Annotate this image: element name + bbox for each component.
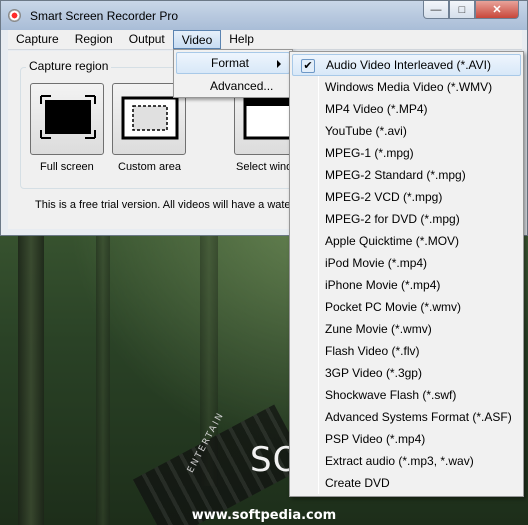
format-item-extract-audio[interactable]: Extract audio (*.mp3, *.wav) bbox=[292, 450, 521, 472]
menu-item-format-label: Format bbox=[211, 56, 250, 70]
format-submenu: ✔ Audio Video Interleaved (*.AVI) Window… bbox=[289, 51, 524, 497]
menu-help[interactable]: Help bbox=[221, 30, 262, 49]
format-item-avi[interactable]: ✔ Audio Video Interleaved (*.AVI) bbox=[292, 54, 521, 76]
check-icon: ✔ bbox=[301, 59, 315, 73]
minimize-button[interactable]: — bbox=[423, 1, 449, 19]
record-icon[interactable] bbox=[8, 9, 21, 22]
format-item-create-dvd[interactable]: Create DVD bbox=[292, 472, 521, 494]
format-item-ipod[interactable]: iPod Movie (*.mp4) bbox=[292, 252, 521, 274]
menu-item-advanced[interactable]: Advanced... bbox=[176, 75, 290, 97]
format-item-mpeg1[interactable]: MPEG-1 (*.mpg) bbox=[292, 142, 521, 164]
format-item-youtube[interactable]: YouTube (*.avi) bbox=[292, 120, 521, 142]
menu-item-format[interactable]: Format bbox=[176, 52, 290, 74]
maximize-button[interactable]: □ bbox=[449, 1, 475, 19]
trial-notice: This is a free trial version. All videos… bbox=[35, 199, 295, 211]
menu-video[interactable]: Video bbox=[172, 30, 222, 49]
format-item-mp4[interactable]: MP4 Video (*.MP4) bbox=[292, 98, 521, 120]
select-window-label: Select wind bbox=[236, 161, 293, 173]
maximize-icon: □ bbox=[458, 3, 466, 16]
close-button[interactable]: ✕ bbox=[475, 1, 519, 19]
format-item-label: Audio Video Interleaved (*.AVI) bbox=[326, 58, 491, 72]
video-menu-dropdown: Format Advanced... bbox=[173, 49, 293, 98]
title-bar[interactable]: Smart Screen Recorder Pro — □ ✕ bbox=[1, 1, 527, 30]
format-item-pocket-pc[interactable]: Pocket PC Movie (*.wmv) bbox=[292, 296, 521, 318]
menu-bar: Capture Region Output Video Help bbox=[8, 30, 522, 50]
full-screen-label: Full screen bbox=[40, 161, 94, 173]
format-item-flv[interactable]: Flash Video (*.flv) bbox=[292, 340, 521, 362]
minimize-icon: — bbox=[430, 3, 442, 16]
caption-buttons: — □ ✕ bbox=[423, 1, 519, 19]
format-item-mpeg2-standard[interactable]: MPEG-2 Standard (*.mpg) bbox=[292, 164, 521, 186]
group-label: Capture region bbox=[26, 59, 112, 73]
format-item-psp[interactable]: PSP Video (*.mp4) bbox=[292, 428, 521, 450]
format-item-mpeg2-vcd[interactable]: MPEG-2 VCD (*.mpg) bbox=[292, 186, 521, 208]
format-item-iphone[interactable]: iPhone Movie (*.mp4) bbox=[292, 274, 521, 296]
format-item-wmv[interactable]: Windows Media Video (*.WMV) bbox=[292, 76, 521, 98]
tree-trunk bbox=[18, 236, 44, 525]
watermark-url: www.softpedia.com bbox=[191, 508, 337, 523]
window-title: Smart Screen Recorder Pro bbox=[30, 9, 179, 23]
format-item-3gp[interactable]: 3GP Video (*.3gp) bbox=[292, 362, 521, 384]
format-item-swf[interactable]: Shockwave Flash (*.swf) bbox=[292, 384, 521, 406]
menu-region[interactable]: Region bbox=[67, 30, 121, 49]
tree-trunk bbox=[96, 236, 110, 525]
full-screen-icon bbox=[40, 95, 96, 139]
submenu-arrow-icon bbox=[277, 60, 281, 68]
full-screen-button[interactable] bbox=[30, 83, 104, 155]
close-icon: ✕ bbox=[492, 4, 502, 16]
custom-area-label: Custom area bbox=[118, 161, 181, 173]
format-item-mpeg2-dvd[interactable]: MPEG-2 for DVD (*.mpg) bbox=[292, 208, 521, 230]
format-item-asf[interactable]: Advanced Systems Format (*.ASF) bbox=[292, 406, 521, 428]
menu-output[interactable]: Output bbox=[121, 30, 173, 49]
format-item-quicktime[interactable]: Apple Quicktime (*.MOV) bbox=[292, 230, 521, 252]
menu-capture[interactable]: Capture bbox=[8, 30, 67, 49]
format-item-zune[interactable]: Zune Movie (*.wmv) bbox=[292, 318, 521, 340]
